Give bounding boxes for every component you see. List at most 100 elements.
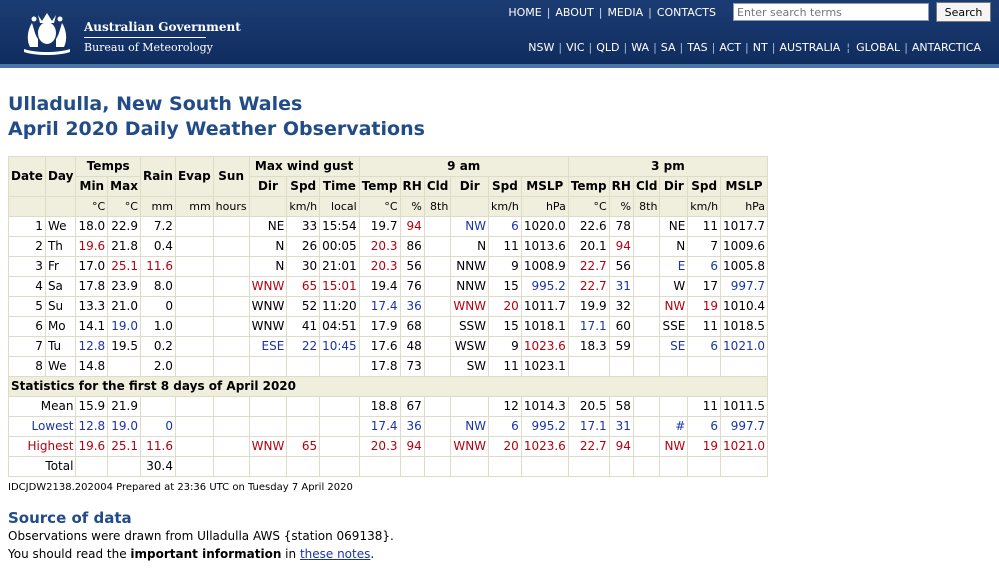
cell-day: We: [44, 356, 77, 377]
col-min: Min: [75, 176, 109, 197]
state-tas[interactable]: TAS: [683, 41, 711, 54]
cell-3pm-mslp: 997.7: [720, 276, 769, 297]
cell-min-temp: 17.8: [75, 276, 109, 297]
state-nt[interactable]: NT: [749, 41, 772, 54]
stats-9am-cld: [423, 436, 452, 457]
stats-3pm-cld: [632, 396, 661, 417]
cell-date: 3: [8, 256, 46, 277]
state-vic[interactable]: VIC: [562, 41, 588, 54]
table-row: 7 Tu 12.8 19.5 0.2 ESE 22 10:45 17.6 48 WSW 9 1023.6…: [8, 336, 769, 357]
stats-gust-spd: 65: [286, 436, 321, 457]
cell-9am-temp: 20.3: [358, 256, 401, 277]
bom-logo[interactable]: Australian Government Bureau of Meteorol…: [16, 9, 241, 57]
cell-3pm-temp: 22.7: [567, 256, 610, 277]
col-3pm-dir: Dir: [659, 176, 689, 197]
stats-9am-spd: 6: [488, 416, 522, 437]
cell-gust-spd: 26: [286, 236, 321, 257]
cell-3pm-rh: 59: [608, 336, 634, 357]
cell-9am-dir: WSW: [450, 336, 490, 357]
stats-max-temp: 25.1: [107, 436, 141, 457]
group-9am: 9 am: [358, 156, 569, 177]
cell-max-temp: 21.8: [107, 236, 141, 257]
stats-3pm-cld: [632, 416, 661, 437]
unit-cell: km/h: [286, 196, 321, 217]
cell-3pm-mslp: [720, 356, 769, 377]
col-max: Max: [107, 176, 141, 197]
notes-link[interactable]: these notes: [300, 547, 370, 561]
col-day: Day: [44, 156, 77, 197]
stats-gust-spd: [286, 416, 321, 437]
cell-sun: [212, 216, 250, 237]
unit-cell: hPa: [720, 196, 769, 217]
state-sa[interactable]: SA: [657, 41, 680, 54]
cell-9am-dir: NW: [450, 216, 490, 237]
cell-3pm-cld: [632, 256, 661, 277]
group-3pm: 3 pm: [567, 156, 769, 177]
table-units-row: °C °C mm mm hours km/h local °C % 8th km…: [8, 196, 769, 217]
cell-3pm-rh: 94: [608, 236, 634, 257]
stats-rain: 30.4: [139, 456, 176, 477]
search-button[interactable]: Search: [936, 2, 991, 22]
stats-3pm-dir: #: [659, 416, 689, 437]
nav-global[interactable]: GLOBAL: [852, 41, 904, 54]
cell-evap: [174, 236, 214, 257]
cell-3pm-rh: 56: [608, 256, 634, 277]
cell-3pm-spd: 19: [687, 296, 722, 317]
unit-cell: %: [399, 196, 425, 217]
stats-min-temp: 19.6: [75, 436, 109, 457]
stats-gust-time: [319, 416, 360, 437]
source-notes-text: You should read the important informatio…: [8, 547, 374, 561]
cell-sun: [212, 256, 250, 277]
unit-cell: [8, 196, 46, 217]
cell-3pm-mslp: 1010.4: [720, 296, 769, 317]
coat-of-arms-icon: [24, 13, 70, 55]
unit-cell: km/h: [488, 196, 522, 217]
unit-cell: °C: [358, 196, 401, 217]
nav-contacts[interactable]: CONTACTS: [652, 6, 721, 19]
nav-about[interactable]: ABOUT: [550, 6, 598, 19]
nav-home[interactable]: HOME: [503, 6, 546, 19]
cell-9am-rh: 36: [399, 296, 425, 317]
cell-3pm-cld: [632, 296, 661, 317]
cell-3pm-mslp: 1017.7: [720, 216, 769, 237]
stats-3pm-rh: 58: [608, 396, 634, 417]
col-3pm-rh: RH: [608, 176, 634, 197]
stats-3pm-cld: [632, 436, 661, 457]
cell-9am-cld: [423, 276, 452, 297]
cell-9am-mslp: 1013.6: [520, 236, 569, 257]
col-3pm-mslp: MSLP: [720, 176, 769, 197]
search-input[interactable]: [733, 3, 929, 21]
cell-gust-dir: WNW: [248, 276, 288, 297]
unit-cell: local: [319, 196, 360, 217]
state-qld[interactable]: QLD: [592, 41, 623, 54]
cell-evap: [174, 356, 214, 377]
cell-9am-mslp: 1011.7: [520, 296, 569, 317]
stats-evap: [174, 416, 214, 437]
state-wa[interactable]: WA: [627, 41, 653, 54]
stats-3pm-rh: [608, 456, 634, 477]
stats-sun: [212, 436, 250, 457]
cell-3pm-spd: 6: [687, 336, 722, 357]
state-nsw[interactable]: NSW: [524, 41, 558, 54]
unit-cell: 8th: [423, 196, 452, 217]
stats-3pm-spd: 6: [687, 416, 722, 437]
stats-3pm-rh: 31: [608, 416, 634, 437]
table-row: 2 Th 19.6 21.8 0.4 N 26 00:05 20.3 86 N 11 1013.6 20.…: [8, 236, 769, 257]
cell-gust-time: 10:45: [319, 336, 360, 357]
cell-sun: [212, 316, 250, 337]
nav-antarctica[interactable]: ANTARCTICA: [908, 41, 985, 54]
stats-3pm-spd: 11: [687, 396, 722, 417]
cell-max-temp: 25.1: [107, 256, 141, 277]
state-australia[interactable]: AUSTRALIA: [775, 41, 844, 54]
nav-media[interactable]: MEDIA: [602, 6, 648, 19]
cell-3pm-cld: [632, 336, 661, 357]
cell-3pm-dir: SSE: [659, 316, 689, 337]
state-act[interactable]: ACT: [715, 41, 745, 54]
stats-max-temp: 21.9: [107, 396, 141, 417]
cell-min-temp: 14.8: [75, 356, 109, 377]
stats-3pm-temp: 22.7: [567, 436, 610, 457]
cell-3pm-temp: [567, 356, 610, 377]
stats-gust-dir: [248, 416, 288, 437]
cell-gust-spd: 52: [286, 296, 321, 317]
cell-9am-mslp: 1020.0: [520, 216, 569, 237]
